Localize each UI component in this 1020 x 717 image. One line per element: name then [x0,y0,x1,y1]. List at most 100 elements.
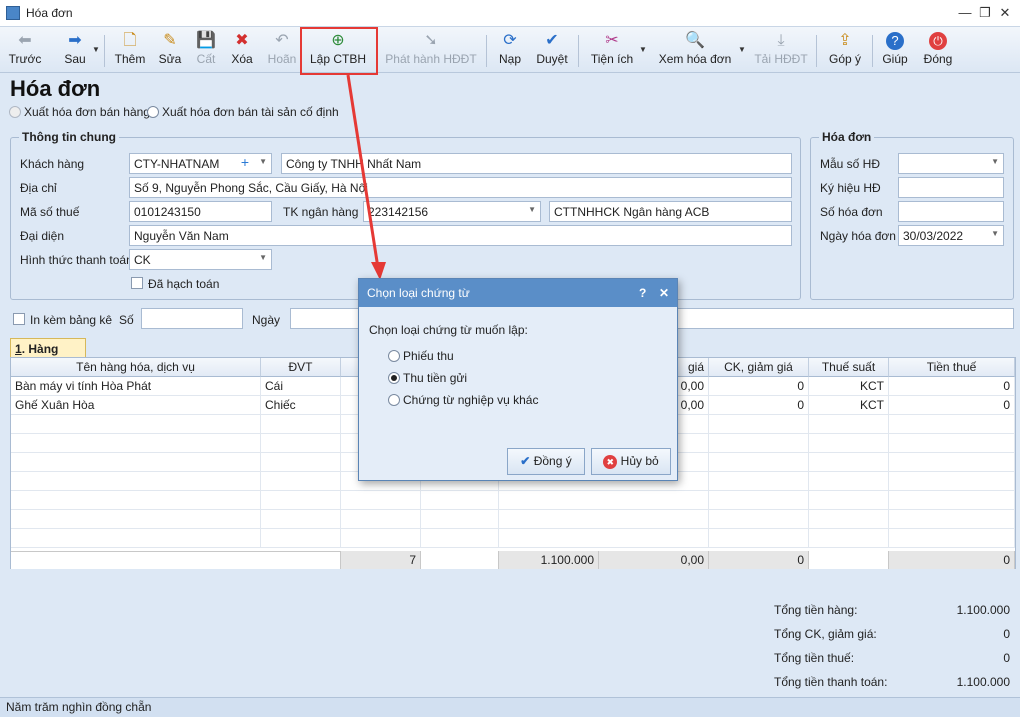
minimize-button[interactable]: — [955,4,975,22]
empty-cell[interactable] [341,491,421,510]
edit-button[interactable]: ✎ Sửa [154,29,186,71]
empty-cell[interactable] [709,510,809,529]
option-bank-receipt[interactable]: Thu tiền gửi [388,371,467,385]
chevron-down-icon[interactable]: ▼ [991,229,999,238]
empty-cell[interactable] [499,510,709,529]
reload-button[interactable]: ⟳ Nạp [494,29,526,71]
dialog-close-icon[interactable]: ✕ [659,279,669,307]
chevron-down-icon[interactable]: ▼ [991,157,999,166]
empty-cell[interactable] [709,491,809,510]
restore-button[interactable]: ❐ [975,4,995,22]
issue-einvoice-button[interactable]: ➘ Phát hành HĐĐT [384,29,478,71]
tax-code-input[interactable]: 0101243150 [129,201,272,222]
symbol-input[interactable] [898,177,1004,198]
radio-fixed-asset-invoice[interactable]: Xuất hóa đơn bán tài sản cố định [147,105,339,119]
utility-dropdown-icon[interactable]: ▼ [639,45,647,54]
empty-cell[interactable] [261,491,341,510]
table-row-1-name[interactable]: Bàn máy vi tính Hòa Phát [11,377,261,396]
empty-cell[interactable] [809,510,889,529]
empty-cell[interactable] [809,415,889,434]
empty-cell[interactable] [709,472,809,491]
empty-cell[interactable] [261,434,341,453]
payment-method-select[interactable]: CK ▼ [129,249,272,270]
empty-cell[interactable] [889,472,1015,491]
invoice-date-input[interactable]: 30/03/2022 ▼ [898,225,1004,246]
empty-cell[interactable] [261,529,341,548]
empty-cell[interactable] [709,453,809,472]
empty-cell[interactable] [709,434,809,453]
view-invoice-button[interactable]: 🔍 Xem hóa đơn [656,29,734,71]
empty-cell[interactable] [889,415,1015,434]
col-header-name[interactable]: Tên hàng hóa, dịch vụ [11,358,261,377]
save-button[interactable]: 💾 Cất [190,29,222,71]
empty-cell[interactable] [11,415,261,434]
table-row-1-tax-rate[interactable]: KCT [809,377,889,396]
approve-button[interactable]: ✔ Duyệt [534,29,570,71]
next-button[interactable]: ➡ Sau [56,29,94,71]
col-header-tax-rate[interactable]: Thuế suất [809,358,889,377]
download-einvoice-button[interactable]: ⤓ Tải HĐĐT [752,29,810,71]
empty-cell[interactable] [261,510,341,529]
form-select[interactable]: ▼ [898,153,1004,174]
empty-cell[interactable] [809,434,889,453]
feedback-button[interactable]: ⇪ Góp ý [824,29,866,71]
invoice-number-input[interactable] [898,201,1004,222]
empty-cell[interactable] [11,529,261,548]
empty-cell[interactable] [421,491,499,510]
prev-button[interactable]: ⬅ Trước [6,29,44,71]
chevron-down-icon[interactable]: ▼ [528,205,536,214]
option-other-voucher[interactable]: Chứng từ nghiệp vụ khác [388,393,538,407]
undo-button[interactable]: ↶ Hoãn [264,29,300,71]
empty-cell[interactable] [421,510,499,529]
empty-cell[interactable] [11,491,261,510]
add-button[interactable]: 🗋 Thêm [112,29,148,71]
empty-cell[interactable] [889,510,1015,529]
empty-cell[interactable] [341,529,421,548]
close-form-button[interactable]: ⏻ Đóng [920,29,956,71]
table-row-1-discount[interactable]: 0 [709,377,809,396]
empty-cell[interactable] [709,415,809,434]
attach-list-checkbox[interactable] [13,313,25,325]
empty-cell[interactable] [709,529,809,548]
radio-sales-invoice[interactable]: Xuất hóa đơn bán hàng [9,105,150,119]
col-header-tax[interactable]: Tiền thuế [889,358,1015,377]
tab-goods-money[interactable]: 1. Hàng tiền [10,338,86,370]
dialog-help-icon[interactable]: ? [639,279,646,307]
empty-cell[interactable] [809,491,889,510]
empty-cell[interactable] [499,491,709,510]
empty-cell[interactable] [499,529,709,548]
empty-cell[interactable] [889,434,1015,453]
customer-code-input[interactable]: CTY-NHATNAM + ▼ [129,153,272,174]
empty-cell[interactable] [889,529,1015,548]
posted-checkbox[interactable] [131,277,143,289]
empty-cell[interactable] [261,472,341,491]
cancel-button[interactable]: ✖ Hủy bỏ [591,448,671,475]
table-row-2-tax[interactable]: 0 [889,396,1015,415]
col-header-discount[interactable]: CK, giảm giá [709,358,809,377]
col-header-unit[interactable]: ĐVT [261,358,341,377]
empty-cell[interactable] [261,453,341,472]
empty-cell[interactable] [889,453,1015,472]
empty-cell[interactable] [11,434,261,453]
table-row-2-unit[interactable]: Chiếc [261,396,341,415]
help-button[interactable]: ? Giúp [878,29,912,71]
attach-no-input[interactable] [141,308,243,329]
chevron-down-icon[interactable]: ▼ [259,157,267,166]
empty-cell[interactable] [809,529,889,548]
empty-cell[interactable] [809,472,889,491]
ok-button[interactable]: ✔ Đồng ý [507,448,585,475]
empty-cell[interactable] [341,510,421,529]
representative-input[interactable]: Nguyễn Văn Nam [129,225,792,246]
window-close-button[interactable]: ✕ [995,4,1015,22]
empty-cell[interactable] [889,491,1015,510]
table-row-2-discount[interactable]: 0 [709,396,809,415]
empty-cell[interactable] [809,453,889,472]
view-dropdown-icon[interactable]: ▼ [738,45,746,54]
bank-account-input[interactable]: 223142156 ▼ [363,201,541,222]
empty-cell[interactable] [11,453,261,472]
table-row-2-name[interactable]: Ghế Xuân Hòa [11,396,261,415]
chevron-down-icon[interactable]: ▼ [259,253,267,262]
utility-button[interactable]: ✂ Tiện ích [588,29,636,71]
empty-cell[interactable] [261,415,341,434]
table-row-1-tax[interactable]: 0 [889,377,1015,396]
